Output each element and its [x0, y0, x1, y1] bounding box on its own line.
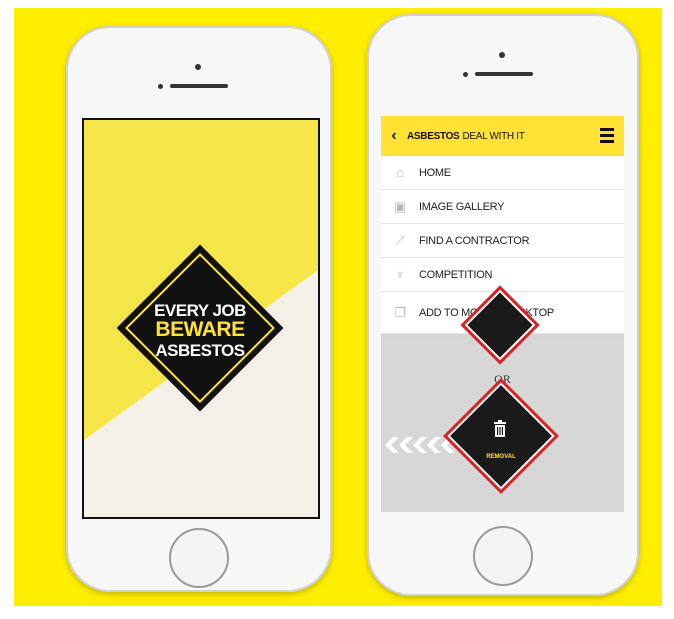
beware-asbestos-logo: EVERY JOB BEWARE ASBESTOS [116, 244, 284, 412]
home-icon: ⌂ [396, 165, 404, 180]
removal-label: REMOVAL [486, 454, 516, 460]
app-screen: ‹ ASBESTOS DEAL WITH IT ⌂ HOME ▣ IMAGE G… [381, 116, 624, 512]
app-header: ‹ ASBESTOS DEAL WITH IT [381, 116, 624, 156]
phone-left: EVERY JOB BEWARE ASBESTOS [66, 26, 332, 592]
chevron-left-icon[interactable]: ‹ [381, 127, 407, 145]
content-area: OR REMOVAL [381, 285, 624, 512]
yellow-background: EVERY JOB BEWARE ASBESTOS ‹ ASBESTOS DEA… [14, 8, 662, 606]
speaker-grille [170, 84, 228, 88]
menu-item-home[interactable]: ⌂ HOME [381, 156, 624, 190]
front-camera [499, 52, 505, 58]
menu-item-label: IMAGE GALLERY [419, 200, 505, 213]
front-camera [195, 64, 201, 70]
phone-right: ‹ ASBESTOS DEAL WITH IT ⌂ HOME ▣ IMAGE G… [367, 14, 639, 596]
app-title: ASBESTOS [407, 130, 460, 142]
menu-item-label: FIND A CONTRACTOR [419, 234, 530, 247]
menu-item-find-contractor[interactable]: ⟋ FIND A CONTRACTOR [381, 224, 624, 258]
wrench-icon: ⟋ [395, 232, 405, 248]
sensor-dot [463, 72, 468, 77]
splash-screen: EVERY JOB BEWARE ASBESTOS [82, 118, 320, 519]
trash-bin-icon [494, 420, 506, 437]
menu-item-label: HOME [419, 166, 451, 179]
trophy-icon: ♆ [395, 267, 405, 282]
image-icon: ▣ [394, 198, 406, 214]
speaker-grille [475, 72, 533, 76]
logo-line-2: BEWARE [155, 318, 245, 341]
logo-line-3: ASBESTOS [155, 341, 245, 360]
home-button[interactable] [473, 526, 533, 586]
app-subtitle: DEAL WITH IT [462, 130, 525, 142]
menu-item-label: COMPETITION [419, 268, 493, 281]
sensor-dot [158, 84, 163, 89]
home-button[interactable] [169, 528, 229, 588]
menu-item-competition[interactable]: ♆ COMPETITION [381, 258, 624, 292]
menu-item-image-gallery[interactable]: ▣ IMAGE GALLERY [381, 190, 624, 224]
bookmark-icon: ❐ [394, 304, 406, 320]
hamburger-icon[interactable] [600, 128, 614, 143]
